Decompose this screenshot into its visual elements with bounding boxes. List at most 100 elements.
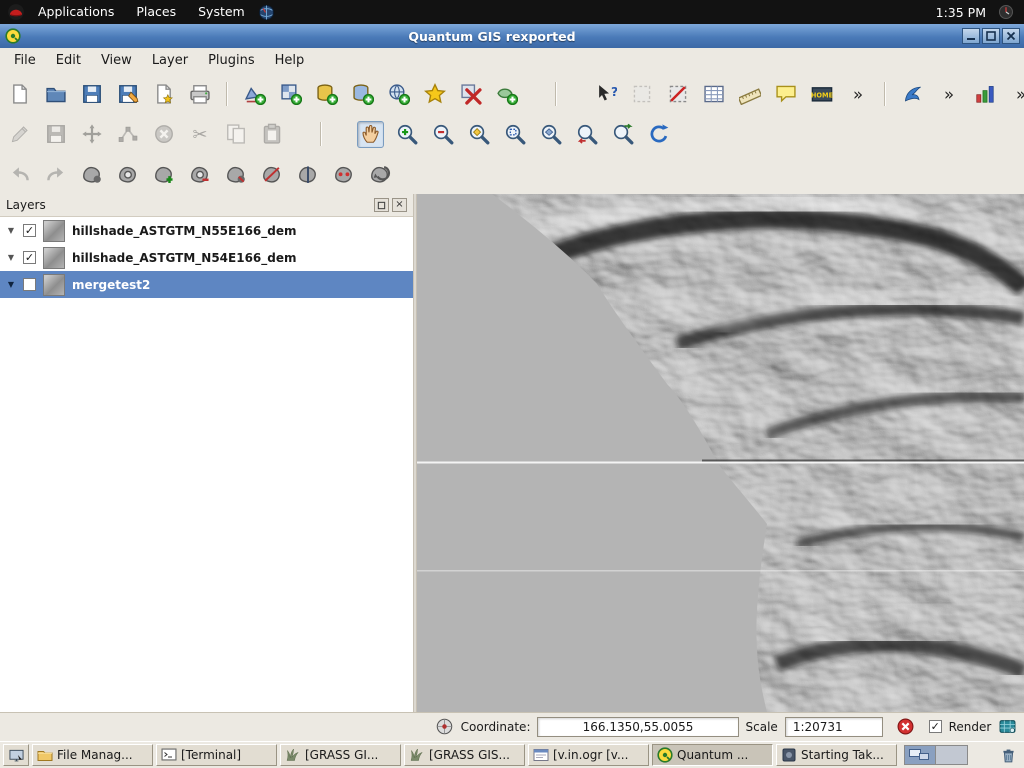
- add-ring-button[interactable]: [114, 161, 141, 188]
- trash-icon[interactable]: [997, 744, 1019, 766]
- zoom-next-button[interactable]: [609, 121, 636, 148]
- layer-visibility-checkbox[interactable]: [23, 278, 36, 291]
- menu-view[interactable]: View: [91, 48, 142, 74]
- layer-label: mergetest2: [72, 278, 150, 292]
- workspace-2[interactable]: [936, 746, 967, 764]
- menu-plugins[interactable]: Plugins: [198, 48, 265, 74]
- add-vector-layer-button[interactable]: [241, 81, 268, 108]
- zoom-to-selection-button[interactable]: [501, 121, 528, 148]
- refresh-map-button[interactable]: [645, 121, 672, 148]
- minimize-button[interactable]: [962, 28, 980, 44]
- toolbar-overflow-2-button[interactable]: »: [935, 81, 962, 108]
- add-spatialite-layer-icon: [352, 83, 374, 105]
- zoom-to-layer-icon: [540, 123, 562, 145]
- add-wfs-layer-button[interactable]: [493, 81, 520, 108]
- close-button[interactable]: [1002, 28, 1020, 44]
- menu-file[interactable]: File: [4, 48, 46, 74]
- layer-expander-icon[interactable]: ▼: [6, 280, 16, 289]
- menu-help[interactable]: Help: [265, 48, 315, 74]
- taskbar-item-v-in-ogr-v[interactable]: [v.in.ogr [v...: [528, 744, 649, 766]
- plugin-tool-button[interactable]: [971, 81, 998, 108]
- zoom-full-extent-button[interactable]: [465, 121, 492, 148]
- print-button[interactable]: [186, 81, 213, 108]
- map-canvas[interactable]: [417, 194, 1024, 712]
- scale-input[interactable]: 1:20731: [785, 717, 883, 737]
- open-project-button[interactable]: [42, 81, 69, 108]
- layer-item-mergetest2[interactable]: ▼ mergetest2: [0, 271, 413, 298]
- places-menu[interactable]: Places: [126, 0, 186, 24]
- new-project-button[interactable]: [6, 81, 33, 108]
- add-postgis-layer-button[interactable]: [313, 81, 340, 108]
- new-bookmark-button[interactable]: [421, 81, 448, 108]
- layer-item-hillshade-astgtm-n55e166-dem[interactable]: ▼✓hillshade_ASTGTM_N55E166_dem: [0, 217, 413, 244]
- measure-line-button[interactable]: [736, 81, 763, 108]
- layer-expander-icon[interactable]: ▼: [6, 253, 16, 262]
- grass-tools-button[interactable]: [899, 81, 926, 108]
- taskbar-item-terminal[interactable]: [Terminal]: [156, 744, 277, 766]
- launcher-icon[interactable]: [257, 2, 277, 22]
- system-menu[interactable]: System: [188, 0, 255, 24]
- panel-float-button[interactable]: [374, 198, 389, 212]
- menu-edit[interactable]: Edit: [46, 48, 91, 74]
- add-ring-icon: [117, 163, 139, 185]
- zoom-out-button[interactable]: [429, 121, 456, 148]
- add-wms-layer-button[interactable]: [385, 81, 412, 108]
- window-title: Quantum GIS rexported: [22, 29, 962, 44]
- delete-ring-button[interactable]: [186, 161, 213, 188]
- layer-thumbnail: [43, 220, 65, 242]
- taskbar-item-quantum[interactable]: Quantum ...: [652, 744, 773, 766]
- workspace-1[interactable]: [905, 746, 936, 764]
- zoom-to-layer-button[interactable]: [537, 121, 564, 148]
- layer-expander-icon[interactable]: ▼: [6, 226, 16, 235]
- menubar: File Edit View Layer Plugins Help: [0, 48, 1024, 74]
- merge-features-button[interactable]: [330, 161, 357, 188]
- taskbar-item-grass-gis[interactable]: [GRASS GIS...: [404, 744, 525, 766]
- add-raster-layer-button[interactable]: [277, 81, 304, 108]
- taskbar-item-grass-gi[interactable]: [GRASS GI...: [280, 744, 401, 766]
- maximize-button[interactable]: [982, 28, 1000, 44]
- workspace-switcher[interactable]: [904, 745, 968, 765]
- deselect-features-button[interactable]: [664, 81, 691, 108]
- toolbar-overflow-3-button[interactable]: »: [1007, 81, 1024, 108]
- simplify-feature-button[interactable]: [78, 161, 105, 188]
- layer-visibility-checkbox[interactable]: ✓: [23, 224, 36, 237]
- open-project-icon: [45, 83, 67, 105]
- panel-close-button[interactable]: ×: [392, 198, 407, 212]
- taskbar-item-starting-tak[interactable]: Starting Tak...: [776, 744, 897, 766]
- whats-this-button[interactable]: ?: [592, 81, 619, 108]
- add-part-button[interactable]: [150, 161, 177, 188]
- show-desktop-button[interactable]: [3, 744, 29, 766]
- menu-layer[interactable]: Layer: [142, 48, 198, 74]
- print-composer-button[interactable]: [150, 81, 177, 108]
- titlebar[interactable]: Quantum GIS rexported: [0, 24, 1024, 48]
- delete-part-button[interactable]: [222, 161, 249, 188]
- open-attribute-table-button[interactable]: [700, 81, 727, 108]
- projection-icon[interactable]: [998, 718, 1016, 736]
- save-project-button[interactable]: [78, 81, 105, 108]
- taskbar-item-file-manag[interactable]: File Manag...: [32, 744, 153, 766]
- rotate-point-button[interactable]: [366, 161, 393, 188]
- clock[interactable]: 1:35 PM: [936, 5, 986, 20]
- distro-menu-icon[interactable]: [6, 2, 26, 22]
- zoom-to-selection-icon: [504, 123, 526, 145]
- remove-layer-button[interactable]: [457, 81, 484, 108]
- stop-render-button[interactable]: [896, 718, 914, 736]
- svg-text:✂: ✂: [192, 124, 207, 145]
- extents-marker-icon[interactable]: [436, 718, 454, 736]
- zoom-last-button[interactable]: [573, 121, 600, 148]
- reshape-features-button[interactable]: [258, 161, 285, 188]
- toolbar-overflow-1-button[interactable]: »: [844, 81, 871, 108]
- html-annotation-button[interactable]: HOME: [808, 81, 835, 108]
- layer-visibility-checkbox[interactable]: ✓: [23, 251, 36, 264]
- split-features-button[interactable]: [294, 161, 321, 188]
- volume-icon[interactable]: [996, 2, 1016, 22]
- add-spatialite-layer-button[interactable]: [349, 81, 376, 108]
- layer-item-hillshade-astgtm-n54e166-dem[interactable]: ▼✓hillshade_ASTGTM_N54E166_dem: [0, 244, 413, 271]
- applications-menu[interactable]: Applications: [28, 0, 124, 24]
- save-project-as-button[interactable]: [114, 81, 141, 108]
- coordinate-input[interactable]: 166.1350,55.0055: [537, 717, 738, 737]
- pan-map-button[interactable]: [357, 121, 384, 148]
- map-tips-button[interactable]: [772, 81, 799, 108]
- zoom-in-button[interactable]: [393, 121, 420, 148]
- render-checkbox[interactable]: ✓: [929, 720, 942, 733]
